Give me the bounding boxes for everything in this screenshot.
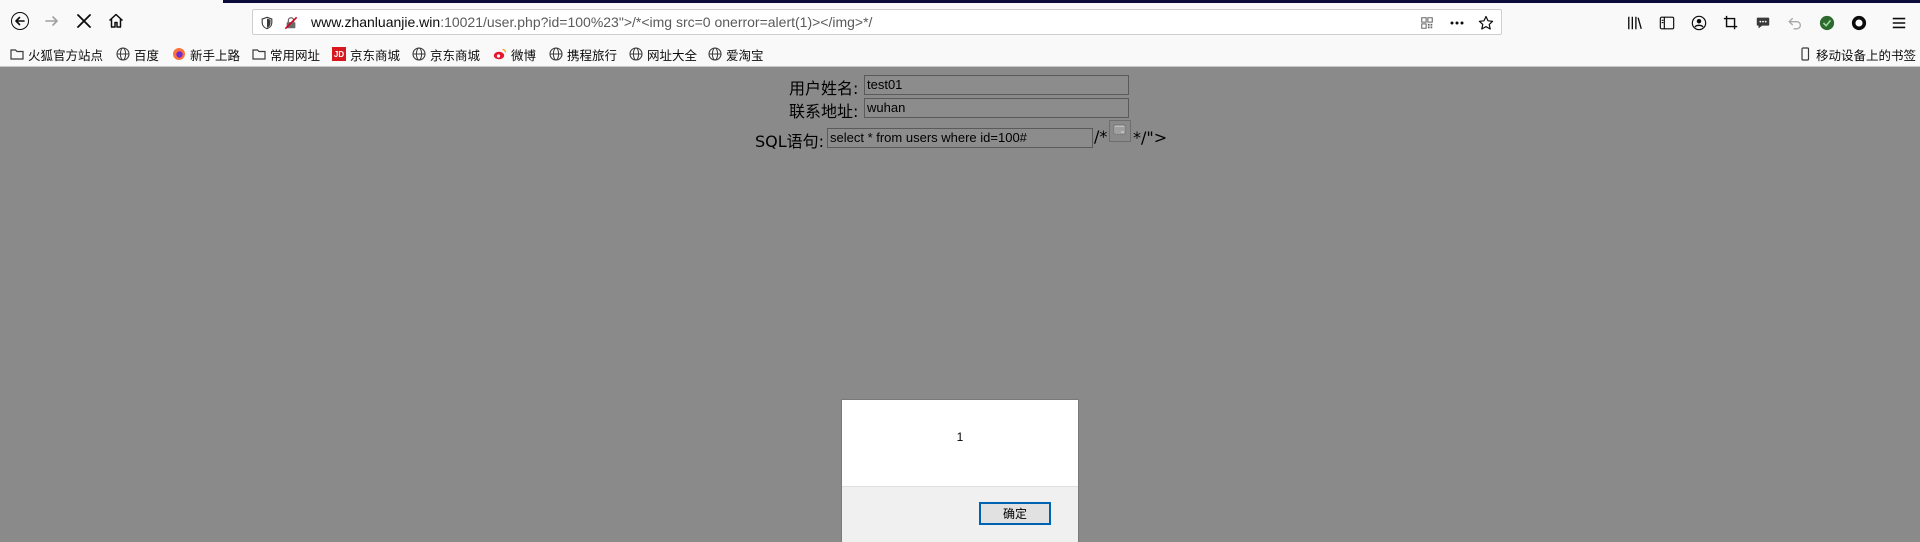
- weibo-icon: [493, 47, 507, 61]
- forward-arrow-icon: [43, 12, 61, 35]
- url-text[interactable]: www.zhanluanjie.win:10021/user.php?id=10…: [311, 10, 872, 34]
- bookmark-item[interactable]: JD 京东商城: [332, 46, 401, 63]
- forward-button[interactable]: [38, 9, 66, 37]
- bookmark-label: 京东商城: [350, 48, 401, 63]
- page-content: 用户姓名: test01 联系地址: wuhan SQL语句: select *…: [0, 67, 1920, 542]
- bookmark-label: 微博: [511, 48, 537, 63]
- bookmark-item[interactable]: 爱淘宝: [708, 46, 764, 63]
- sql-comment-open: /*: [1094, 127, 1108, 146]
- library-icon[interactable]: [1626, 14, 1644, 32]
- close-icon: [75, 12, 93, 35]
- tracking-protection-icon[interactable]: [257, 13, 277, 33]
- broken-image-icon: [1109, 120, 1131, 142]
- globe-icon: [708, 47, 722, 61]
- globe-icon: [549, 47, 563, 61]
- screenshot-crop-icon[interactable]: [1722, 14, 1740, 32]
- address-bar[interactable]: www.zhanluanjie.win:10021/user.php?id=10…: [252, 9, 1502, 35]
- bookmark-label: 新手上路: [190, 48, 241, 63]
- bookmark-item[interactable]: 携程旅行: [549, 46, 618, 63]
- address-field[interactable]: wuhan: [864, 98, 1129, 118]
- sidebar-icon[interactable]: [1658, 14, 1676, 32]
- globe-icon: [629, 47, 643, 61]
- firefox-icon: [172, 47, 186, 61]
- insecure-connection-icon[interactable]: [281, 13, 301, 33]
- ok-button[interactable]: 确定: [979, 502, 1051, 525]
- username-label: 用户姓名:: [789, 79, 859, 98]
- folder-icon: [10, 47, 24, 61]
- alert-footer: 确定: [842, 486, 1078, 542]
- alert-dialog: 1 确定: [841, 399, 1079, 542]
- url-host: www.zhanluanjie.win: [311, 14, 441, 30]
- address-label: 联系地址:: [789, 102, 859, 121]
- username-field[interactable]: test01: [864, 75, 1129, 95]
- extension-shield-icon[interactable]: [1818, 14, 1836, 32]
- sql-comment-close: */">: [1133, 128, 1168, 147]
- mobile-bookmarks[interactable]: 移动设备上的书签: [1798, 46, 1917, 63]
- folder-icon: [252, 47, 266, 61]
- account-icon[interactable]: [1690, 14, 1708, 32]
- url-path: :10021/user.php?id=100%23">/*<img src=0 …: [440, 14, 873, 30]
- bookmark-label: 网址大全: [647, 48, 698, 63]
- bookmark-label: 百度: [134, 48, 160, 63]
- home-button[interactable]: [102, 9, 130, 37]
- page-actions-icon[interactable]: [1447, 13, 1467, 33]
- jd-icon: JD: [332, 47, 346, 61]
- home-icon: [107, 12, 125, 35]
- bookmark-label: 火狐官方站点: [28, 48, 104, 63]
- globe-icon: [116, 47, 130, 61]
- bookmark-label: 京东商城: [430, 48, 481, 63]
- back-arrow-icon: [11, 11, 29, 35]
- stop-button[interactable]: [70, 9, 98, 37]
- bookmark-item[interactable]: 京东商城: [412, 46, 481, 63]
- globe-icon: [412, 47, 426, 61]
- sql-field[interactable]: select * from users where id=100#: [827, 128, 1093, 148]
- bookmark-item[interactable]: 常用网址: [252, 46, 321, 63]
- bookmark-item[interactable]: 微博: [493, 46, 537, 63]
- navigation-toolbar: www.zhanluanjie.win:10021/user.php?id=10…: [0, 3, 1920, 42]
- bookmark-item[interactable]: 新手上路: [172, 46, 241, 63]
- bookmark-item[interactable]: 百度: [116, 46, 160, 63]
- undo-icon[interactable]: [1786, 14, 1804, 32]
- bookmarks-toolbar: 火狐官方站点 百度 新手上路 常用网址 JD 京东商城 京东商城 微博 携程旅行 …: [0, 42, 1920, 67]
- bookmark-label: 携程旅行: [567, 48, 618, 63]
- mobile-bookmarks-label: 移动设备上的书签: [1816, 48, 1917, 63]
- alert-message: 1: [956, 430, 964, 444]
- bookmark-label: 爱淘宝: [726, 48, 764, 63]
- bookmark-item[interactable]: 火狐官方站点: [10, 46, 104, 63]
- bookmark-item[interactable]: 网址大全: [629, 46, 698, 63]
- back-button[interactable]: [6, 9, 34, 37]
- mobile-device-icon: [1798, 47, 1812, 61]
- extension-circle-icon[interactable]: [1850, 14, 1868, 32]
- sql-label: SQL语句:: [755, 132, 825, 151]
- hamburger-menu-icon[interactable]: [1890, 14, 1908, 32]
- bookmark-star-icon[interactable]: [1476, 13, 1496, 33]
- chat-bubble-icon[interactable]: [1754, 14, 1772, 32]
- qr-code-icon[interactable]: [1417, 13, 1437, 33]
- bookmark-label: 常用网址: [270, 48, 321, 63]
